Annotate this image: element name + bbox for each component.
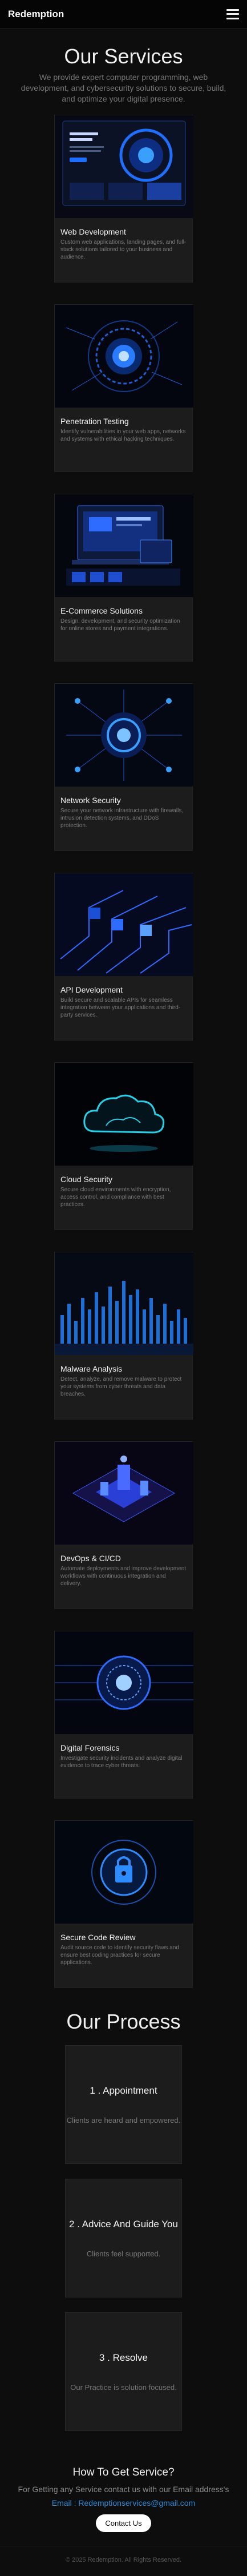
- contact-us-button[interactable]: Contact Us: [96, 2514, 151, 2532]
- service-card-network-security[interactable]: Network Security Secure your network inf…: [54, 683, 193, 851]
- service-card-devops[interactable]: DevOps & CI/CD Automate deployments and …: [54, 1441, 193, 1609]
- service-title: DevOps & CI/CD: [60, 1554, 121, 1563]
- service-card-cloud-security[interactable]: Cloud Security Secure cloud environments…: [54, 1062, 193, 1230]
- api-development-image: [55, 873, 193, 976]
- contact-title: How To Get Service?: [72, 2466, 175, 2478]
- web-development-image: [55, 115, 193, 218]
- devops-image: [55, 1442, 193, 1545]
- ecommerce-image: [55, 494, 193, 597]
- process-step-card: 3 . Resolve Our Practice is solution foc…: [65, 2312, 182, 2431]
- service-card-ecommerce[interactable]: E-Commerce Solutions Design, development…: [54, 494, 193, 662]
- navbar: Redemption: [0, 0, 247, 29]
- service-card-api-development[interactable]: API Development Build secure and scalabl…: [54, 873, 193, 1041]
- service-title: Digital Forensics: [60, 1743, 120, 1752]
- footer-copyright: © 2025 Redemption. All Rights Reserved.: [0, 2546, 247, 2576]
- contact-text: For Getting any Service contact us with …: [18, 2485, 229, 2494]
- process-step-description: Our Practice is solution focused.: [70, 2383, 177, 2392]
- process-section: Our Process 1 . Appointment Clients are …: [0, 2010, 247, 2431]
- service-title: Network Security: [60, 796, 121, 805]
- service-description: Design, development, and security optimi…: [60, 618, 180, 632]
- process-step-title: 2 . Advice And Guide You: [69, 2218, 178, 2230]
- service-card-digital-forensics[interactable]: Digital Forensics Investigate security i…: [54, 1631, 193, 1799]
- service-description: Identify vulnerabilities in your web app…: [60, 429, 186, 442]
- service-title: Malware Analysis: [60, 1364, 123, 1373]
- service-description: Custom web applications, landing pages, …: [60, 239, 187, 260]
- service-description: Audit source code to identify security f…: [60, 1945, 179, 1966]
- service-title: Cloud Security: [60, 1175, 113, 1184]
- brand-logo[interactable]: Redemption: [8, 9, 64, 20]
- process-step-card: 1 . Appointment Clients are heard and em…: [65, 2045, 182, 2164]
- service-description: Secure cloud environments with encryptio…: [60, 1187, 171, 1208]
- service-description: Detect, analyze, and remove malware to p…: [60, 1376, 182, 1397]
- process-step-title: 1 . Appointment: [90, 2085, 157, 2096]
- service-title: Penetration Testing: [60, 417, 129, 426]
- contact-email-link[interactable]: Email : Redemptionservices@gmail.com: [0, 2498, 247, 2508]
- service-title: Web Development: [60, 227, 126, 236]
- service-card-malware-analysis[interactable]: Malware Analysis Detect, analyze, and re…: [54, 1252, 193, 1420]
- process-step-description: Clients are heard and empowered.: [66, 2115, 181, 2125]
- service-title: Secure Code Review: [60, 1933, 136, 1942]
- service-card-penetration-testing[interactable]: Penetration Testing Identify vulnerabili…: [54, 304, 193, 472]
- process-step-description: Clients feel supported.: [86, 2249, 161, 2258]
- service-description: Automate deployments and improve develop…: [60, 1566, 187, 1587]
- process-step-title: 3 . Resolve: [99, 2352, 148, 2363]
- service-description: Build secure and scalable APIs for seaml…: [60, 997, 181, 1018]
- service-description: Investigate security incidents and analy…: [60, 1755, 183, 1769]
- penetration-testing-image: [55, 305, 193, 408]
- process-title: Our Process: [66, 2010, 181, 2033]
- service-card-secure-code-review[interactable]: Secure Code Review Audit source code to …: [54, 1820, 193, 1988]
- cloud-security-image: [55, 1063, 193, 1166]
- service-card-web-development[interactable]: Web Development Custom web applications,…: [54, 115, 193, 283]
- hamburger-menu-icon[interactable]: [226, 9, 239, 19]
- service-title: API Development: [60, 985, 123, 994]
- services-section: Our Services We provide expert computer …: [0, 45, 247, 1988]
- process-step-card: 2 . Advice And Guide You Clients feel su…: [65, 2179, 182, 2297]
- services-subtitle: We provide expert computer programming, …: [21, 72, 226, 103]
- digital-forensics-image: [55, 1631, 193, 1734]
- malware-analysis-image: [55, 1252, 193, 1355]
- contact-section: How To Get Service? For Getting any Serv…: [0, 2446, 247, 2542]
- network-security-image: [55, 684, 193, 787]
- services-title: Our Services: [64, 45, 183, 68]
- service-title: E-Commerce Solutions: [60, 606, 143, 615]
- service-description: Secure your network infrastructure with …: [60, 808, 184, 829]
- secure-code-review-image: [55, 1821, 193, 1924]
